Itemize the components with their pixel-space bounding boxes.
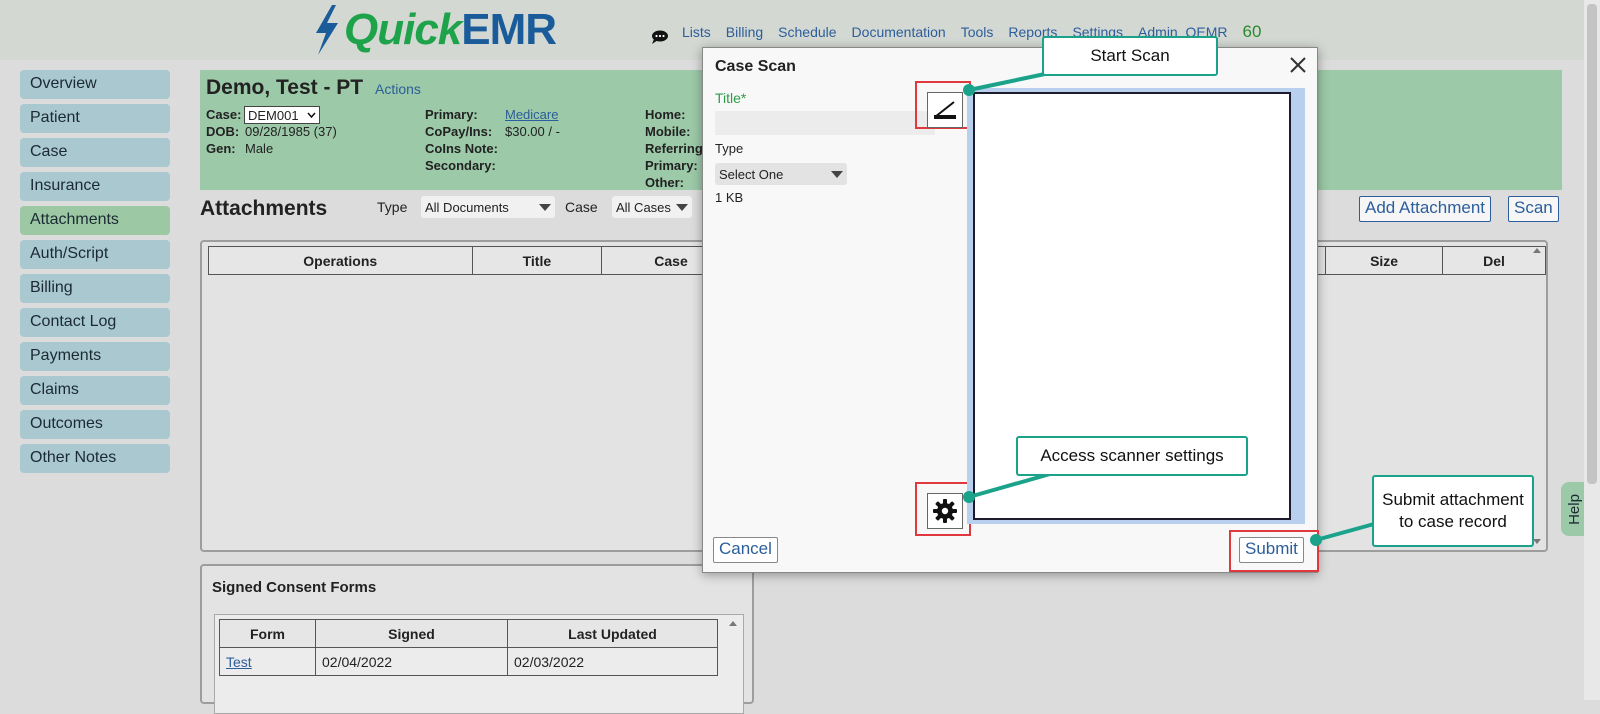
scanner-settings-button[interactable]	[927, 493, 963, 529]
chevron-down-icon	[307, 112, 316, 118]
type-filter-label: Type	[377, 199, 408, 215]
patient-name: Demo, Test - PT	[206, 76, 364, 99]
scroll-up-icon[interactable]	[729, 621, 737, 626]
case-label: Case:	[206, 107, 242, 122]
start-scan-button[interactable]	[927, 92, 963, 128]
consent-forms-panel: Signed Consent Forms Form Signed Last Up…	[200, 564, 754, 714]
submit-button[interactable]: Submit	[1239, 537, 1304, 563]
page-scrollbar[interactable]	[1584, 0, 1600, 700]
scan-button[interactable]: Scan	[1508, 196, 1559, 222]
sidebar-item-outcomes[interactable]: Outcomes	[20, 410, 170, 439]
dob-value: 09/28/1985 (37)	[245, 124, 337, 139]
consent-forms-table: Form Signed Last Updated Test 02/04/2022…	[219, 619, 718, 676]
case-filter-value: All Cases	[616, 199, 671, 215]
nav-schedule[interactable]: Schedule	[778, 24, 836, 42]
coins-label: CoIns Note:	[425, 141, 498, 156]
scroll-down-icon[interactable]	[1533, 539, 1541, 544]
consent-form-link[interactable]: Test	[226, 654, 252, 670]
column-header-size[interactable]: Size	[1325, 246, 1444, 275]
type-field-value: Select One	[719, 166, 784, 182]
chat-bubble-icon[interactable]	[651, 30, 669, 44]
dropdown-arrow-icon	[676, 203, 688, 211]
column-header-operations[interactable]: Operations	[208, 246, 473, 275]
title-field-label: Title*	[715, 90, 747, 106]
column-header-form: Form	[219, 619, 316, 648]
scroll-up-icon[interactable]	[1533, 248, 1541, 253]
nav-documentation[interactable]: Documentation	[852, 24, 946, 42]
referring-label: Referring	[645, 141, 703, 156]
attachments-title: Attachments	[200, 197, 328, 220]
copay-label: CoPay/Ins:	[425, 124, 493, 139]
column-header-title[interactable]: Title	[471, 246, 603, 275]
cancel-button[interactable]: Cancel	[713, 537, 778, 563]
title-field[interactable]	[715, 111, 935, 135]
callout-scanner-settings: Access scanner settings	[1016, 436, 1248, 476]
sidebar-item-other-notes[interactable]: Other Notes	[20, 444, 170, 473]
dob-label: DOB:	[206, 124, 240, 139]
consent-signed-date: 02/04/2022	[315, 647, 508, 676]
gender-value: Male	[245, 141, 274, 156]
close-icon[interactable]	[1289, 56, 1307, 74]
sidebar: Overview Patient Case Insurance Attachme…	[20, 70, 170, 478]
nav-billing[interactable]: Billing	[726, 24, 763, 42]
case-select[interactable]: DEM001	[244, 106, 320, 124]
sidebar-item-insurance[interactable]: Insurance	[20, 172, 170, 201]
sidebar-item-claims[interactable]: Claims	[20, 376, 170, 405]
dialog-title: Case Scan	[715, 58, 796, 75]
quickemr-logo[interactable]: Quick EMR	[312, 4, 557, 56]
case-scan-dialog: Case Scan Title* Type Select One 1 KB Ca…	[702, 47, 1319, 573]
home-phone-label: Home:	[645, 107, 686, 122]
sidebar-item-contact-log[interactable]: Contact Log	[20, 308, 170, 337]
mobile-phone-label: Mobile:	[645, 124, 691, 139]
callout-submit: Submit attachment to case record	[1372, 475, 1534, 547]
consent-forms-list: Form Signed Last Updated Test 02/04/2022…	[214, 614, 744, 714]
primary-ins-link[interactable]: Medicare	[505, 107, 558, 122]
callout-start-scan: Start Scan	[1042, 36, 1218, 76]
case-filter-label: Case	[565, 199, 598, 215]
logo-emr-text: EMR	[461, 5, 557, 54]
secondary-ins-label: Secondary:	[425, 158, 496, 173]
file-size-label: 1 KB	[715, 190, 744, 205]
primary-physician-label: Primary:	[645, 158, 698, 173]
sidebar-item-patient[interactable]: Patient	[20, 104, 170, 133]
sidebar-item-auth-script[interactable]: Auth/Script	[20, 240, 170, 269]
lightning-bolt-icon	[316, 5, 338, 55]
sidebar-item-billing[interactable]: Billing	[20, 274, 170, 303]
sidebar-item-payments[interactable]: Payments	[20, 342, 170, 371]
other-label: Other:	[645, 175, 684, 190]
nav-tools[interactable]: Tools	[961, 24, 994, 42]
nav-lists[interactable]: Lists	[682, 24, 711, 42]
consent-forms-title: Signed Consent Forms	[212, 579, 377, 596]
actions-link[interactable]: Actions	[375, 81, 421, 97]
column-header-last-updated: Last Updated	[507, 619, 718, 648]
logo-quick-text: Quick	[344, 5, 462, 54]
sidebar-item-attachments[interactable]: Attachments	[20, 206, 170, 235]
scrollbar-thumb[interactable]	[1587, 4, 1597, 484]
add-attachment-button[interactable]: Add Attachment	[1359, 196, 1492, 222]
case-filter-select[interactable]: All Cases	[612, 196, 692, 218]
dropdown-arrow-icon	[539, 203, 551, 211]
type-field-select[interactable]: Select One	[715, 163, 847, 185]
gender-label: Gen:	[206, 141, 236, 156]
sidebar-item-case[interactable]: Case	[20, 138, 170, 167]
type-field-label: Type	[715, 141, 744, 156]
table-row: Test 02/04/2022 02/03/2022	[219, 647, 718, 676]
type-filter-value: All Documents	[425, 199, 509, 215]
primary-ins-label: Primary:	[425, 107, 478, 122]
scanner-icon	[934, 101, 956, 119]
help-label: Help	[1565, 493, 1583, 525]
sidebar-item-overview[interactable]: Overview	[20, 70, 170, 99]
column-header-signed: Signed	[315, 619, 508, 648]
session-count: 60	[1242, 22, 1262, 41]
type-filter-select[interactable]: All Documents	[421, 196, 555, 218]
case-select-value: DEM001	[248, 107, 299, 123]
dropdown-arrow-icon	[831, 170, 843, 178]
copay-value: $30.00 / -	[505, 124, 560, 139]
consent-updated-date: 02/03/2022	[507, 647, 718, 676]
gear-icon	[933, 499, 957, 523]
